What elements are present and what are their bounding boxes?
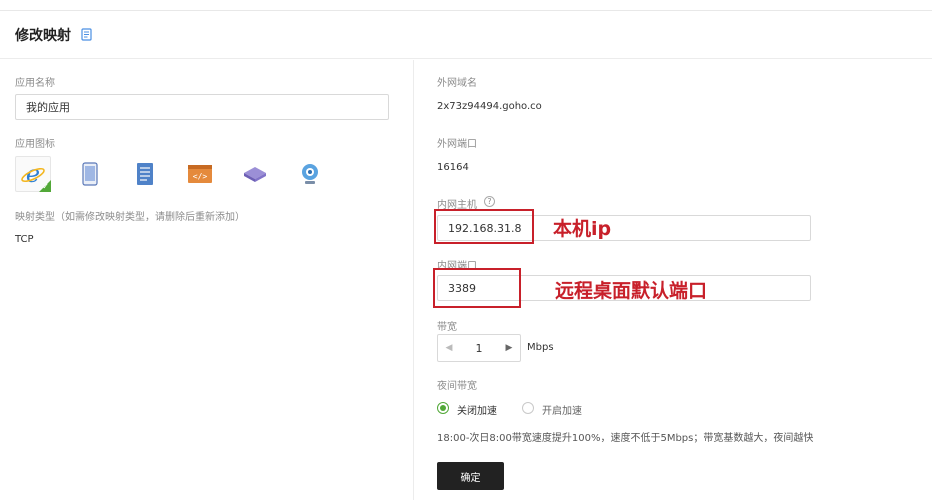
bandwidth-value[interactable]: 1 bbox=[460, 342, 498, 355]
doc-icon[interactable] bbox=[81, 28, 93, 41]
port-annotation: 远程桌面默认端口 bbox=[555, 280, 708, 302]
ext-port-value: 16164 bbox=[437, 162, 469, 173]
check-icon: ✓ bbox=[42, 182, 49, 191]
icon-option-code[interactable]: </> bbox=[182, 156, 218, 192]
tablet-icon bbox=[82, 162, 98, 186]
icon-option-ie[interactable]: e ✓ bbox=[15, 156, 51, 192]
bandwidth-unit: Mbps bbox=[527, 342, 554, 353]
night-bandwidth-note: 18:00-次日8:00带宽速度提升100%，速度不低于5Mbps；带宽基数越大… bbox=[437, 433, 814, 444]
webcam-icon bbox=[302, 164, 318, 184]
port-highlight-box bbox=[433, 268, 521, 308]
night-bandwidth-label: 夜间带宽 bbox=[437, 381, 477, 392]
increment-icon[interactable]: ▶ bbox=[498, 335, 520, 361]
radio-off-label[interactable]: 关闭加速 bbox=[457, 402, 497, 417]
page-title: 修改映射 bbox=[15, 27, 71, 44]
decrement-icon[interactable]: ◀ bbox=[438, 335, 460, 361]
help-icon[interactable]: ? bbox=[484, 196, 495, 207]
code-icon: </> bbox=[188, 165, 212, 183]
icon-option-webcam[interactable] bbox=[292, 156, 328, 192]
bandwidth-label: 带宽 bbox=[437, 322, 457, 333]
header: 修改映射 bbox=[0, 11, 932, 59]
icon-option-cube[interactable] bbox=[237, 156, 273, 192]
document-icon bbox=[137, 163, 153, 185]
app-name-label: 应用名称 bbox=[15, 78, 55, 89]
host-highlight-box bbox=[434, 209, 534, 244]
mapping-type-label: 映射类型（如需修改映射类型，请删除后重新添加） bbox=[15, 212, 245, 223]
column-divider bbox=[413, 60, 414, 500]
radio-on-label[interactable]: 开启加速 bbox=[542, 402, 582, 417]
app-name-input[interactable] bbox=[15, 94, 389, 120]
ext-domain-label: 外网域名 bbox=[437, 78, 477, 89]
ext-port-label: 外网端口 bbox=[437, 139, 477, 150]
ext-domain-value: 2x73z94494.goho.co bbox=[437, 101, 542, 112]
cube-icon bbox=[244, 167, 266, 182]
radio-off-accel[interactable] bbox=[437, 402, 449, 414]
app-icon-label: 应用图标 bbox=[15, 139, 55, 150]
icon-option-document[interactable] bbox=[127, 156, 163, 192]
mapping-type-value: TCP bbox=[15, 234, 34, 245]
host-annotation: 本机ip bbox=[553, 218, 612, 240]
svg-text:</>: </> bbox=[193, 172, 208, 181]
bandwidth-stepper[interactable]: ◀ 1 ▶ bbox=[437, 334, 521, 362]
confirm-button[interactable]: 确定 bbox=[437, 462, 504, 490]
icon-option-tablet[interactable] bbox=[72, 156, 108, 192]
radio-on-accel[interactable] bbox=[522, 402, 534, 414]
